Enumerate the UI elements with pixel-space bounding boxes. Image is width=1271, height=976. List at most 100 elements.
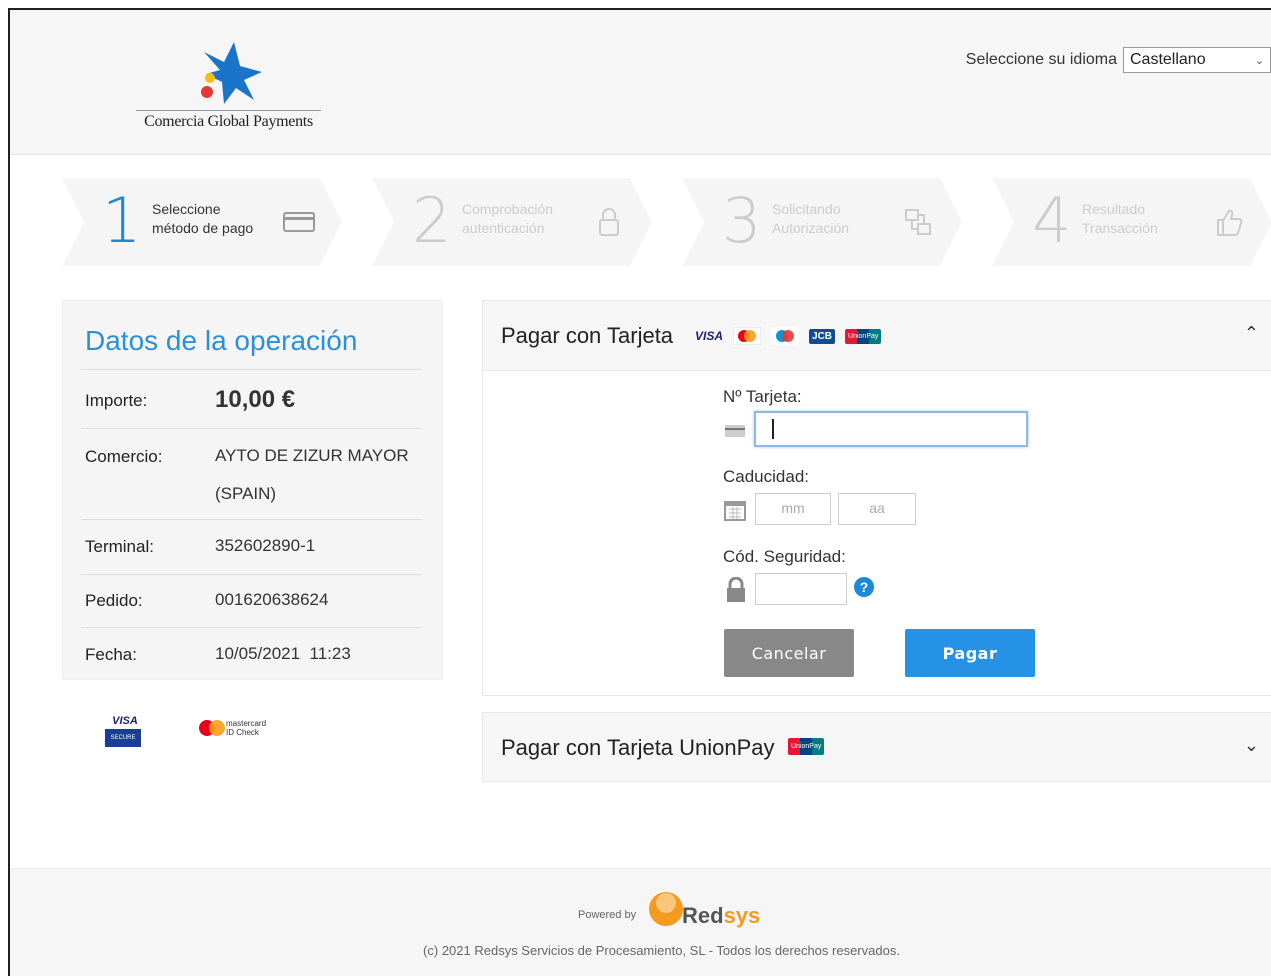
unionpay-logo: UnionPay bbox=[845, 328, 882, 344]
card-number-label: Nº Tarjeta: bbox=[723, 387, 802, 406]
lock-icon bbox=[727, 577, 745, 602]
amount-value: 10,00 € bbox=[215, 386, 296, 413]
mastercard-circles-icon bbox=[199, 720, 225, 736]
step-label-line1: Comprobación bbox=[462, 201, 554, 217]
redsys-brand-accent: sys bbox=[723, 903, 761, 928]
terminal-value: 352602890-1 bbox=[215, 536, 316, 555]
card-payment-panel: Pagar con Tarjeta VISA JCB UnionPay ⌃ Nº… bbox=[482, 300, 1271, 696]
mc-line1: mastercard bbox=[226, 719, 267, 728]
chevron-down-icon[interactable]: ⌄ bbox=[1244, 735, 1259, 756]
step-label-line2: Transacción bbox=[1082, 220, 1158, 236]
divider bbox=[81, 574, 422, 575]
card-panel-header[interactable]: Pagar con Tarjeta VISA JCB UnionPay ⌃ bbox=[483, 301, 1271, 371]
payment-page: Comercia Global Payments Seleccione su i… bbox=[8, 8, 1271, 976]
step-label: Comprobación autenticación bbox=[462, 200, 553, 238]
mc-text: mastercard ID Check bbox=[226, 719, 266, 737]
chevron-up-icon[interactable]: ⌃ bbox=[1244, 323, 1259, 344]
thumbs-up-icon bbox=[1217, 209, 1243, 236]
expiry-year-input[interactable]: aa bbox=[838, 493, 916, 525]
order-value: 001620638624 bbox=[215, 590, 329, 609]
visa-secure-logo: VISA SECURE bbox=[105, 715, 145, 755]
step-number: 2 bbox=[412, 184, 452, 257]
step-4: 4 Resultado Transacción bbox=[992, 178, 1271, 266]
row-date: Fecha: 10/05/2021 11:23 bbox=[85, 635, 422, 681]
unionpay-logo: UnionPay bbox=[788, 735, 825, 755]
language-selector: Seleccione su idioma Castellano ⌄ bbox=[966, 47, 1271, 73]
cvv-label: Cód. Seguridad: bbox=[723, 547, 846, 566]
card-panel-title: Pagar con Tarjeta bbox=[501, 323, 674, 348]
mastercard-id-check-logo: mastercard ID Check bbox=[198, 717, 288, 741]
visa-secure-bottom: SECURE bbox=[105, 729, 141, 747]
redsys-brand-main: Red bbox=[682, 903, 724, 928]
row-label: Pedido: bbox=[85, 591, 143, 610]
row-terminal: Terminal: 352602890-1 bbox=[85, 527, 422, 573]
unionpay-payment-panel[interactable]: Pagar con Tarjeta UnionPay UnionPay ⌄ bbox=[482, 712, 1271, 782]
step-label-line1: Solicitando bbox=[772, 201, 841, 217]
step-label: Resultado Transacción bbox=[1082, 200, 1158, 238]
powered-by-text: Powered by bbox=[578, 909, 637, 921]
row-amount: Importe: 10,00 € bbox=[85, 381, 422, 427]
mastercard-icon bbox=[733, 327, 762, 345]
brand-text: Comercia Global Payments bbox=[136, 110, 321, 131]
cvv-input[interactable] bbox=[755, 573, 847, 605]
language-select[interactable]: Castellano ⌄ bbox=[1123, 47, 1271, 73]
row-label: Terminal: bbox=[85, 537, 154, 556]
step-label: Seleccione método de pago bbox=[152, 200, 253, 238]
merchant-value-line1: AYTO DE ZIZUR MAYOR bbox=[215, 446, 409, 465]
language-label: Seleccione su idioma bbox=[965, 51, 1117, 68]
operation-data-panel: Datos de la operación Importe: 10,00 € C… bbox=[62, 300, 443, 680]
step-label-line1: Seleccione bbox=[152, 201, 221, 217]
accepted-cards: VISA JCB UnionPay bbox=[695, 327, 882, 345]
expiry-label: Caducidad: bbox=[723, 467, 810, 486]
mc-line2: ID Check bbox=[226, 728, 259, 737]
step-label-line2: método de pago bbox=[152, 220, 254, 236]
comercia-logo: Comercia Global Payments bbox=[136, 38, 321, 133]
jcb-logo: JCB bbox=[809, 328, 836, 344]
step-number: 1 bbox=[102, 184, 142, 257]
visa-secure-top: VISA bbox=[112, 715, 138, 727]
divider bbox=[81, 519, 422, 520]
row-label: Importe: bbox=[85, 391, 148, 410]
redsys-brand: Redsys bbox=[682, 903, 760, 929]
step-number: 3 bbox=[722, 184, 762, 257]
copyright-text: (c) 2021 Redsys Servicios de Procesamien… bbox=[423, 943, 900, 958]
row-label: Fecha: bbox=[85, 645, 137, 664]
caixa-star-icon bbox=[201, 42, 262, 104]
language-value: Castellano bbox=[1130, 51, 1206, 68]
transfer-icon bbox=[905, 209, 931, 235]
help-icon[interactable]: ? bbox=[854, 577, 874, 597]
step-label-line2: autenticación bbox=[462, 220, 545, 236]
credit-card-icon bbox=[725, 425, 745, 437]
lock-icon bbox=[599, 208, 619, 236]
step-label: Solicitando Autorización bbox=[772, 200, 849, 238]
visa-logo: VISA bbox=[695, 329, 724, 343]
step-3: 3 Solicitando Autorización bbox=[682, 178, 962, 266]
divider bbox=[81, 428, 422, 429]
step-1: 1 Seleccione método de pago bbox=[62, 178, 342, 266]
merchant-value-line2: (SPAIN) bbox=[215, 484, 277, 503]
text-caret bbox=[772, 419, 774, 439]
pay-button[interactable]: Pagar bbox=[905, 629, 1035, 677]
step-label-line2: Autorización bbox=[772, 220, 850, 236]
step-label-line1: Resultado bbox=[1082, 201, 1146, 217]
credit-card-icon bbox=[283, 212, 315, 232]
maestro-icon bbox=[771, 327, 800, 345]
header: Comercia Global Payments Seleccione su i… bbox=[10, 10, 1271, 155]
step-2: 2 Comprobación autenticación bbox=[372, 178, 652, 266]
row-merchant: Comercio: AYTO DE ZIZUR MAYOR (SPAIN) bbox=[85, 437, 422, 517]
cancel-button[interactable]: Cancelar bbox=[724, 629, 854, 677]
date-value: 10/05/2021 11:23 bbox=[215, 644, 351, 663]
unionpay-panel-title: Pagar con Tarjeta UnionPay bbox=[501, 735, 775, 760]
expiry-month-input[interactable]: mm bbox=[755, 493, 831, 525]
row-label: Comercio: bbox=[85, 447, 163, 466]
calendar-icon bbox=[724, 501, 746, 521]
row-order: Pedido: 001620638624 bbox=[85, 581, 422, 627]
divider bbox=[81, 369, 422, 370]
card-number-input[interactable] bbox=[754, 411, 1028, 447]
footer: Powered by Redsys (c) 2021 Redsys Servic… bbox=[10, 868, 1271, 976]
step-number: 4 bbox=[1032, 184, 1072, 257]
operation-title: Datos de la operación bbox=[85, 325, 358, 356]
chevron-down-icon: ⌄ bbox=[1254, 54, 1264, 67]
unionpay-logo-text: UnionPay bbox=[788, 738, 825, 755]
progress-steps: 1 Seleccione método de pago 2 Comprobació… bbox=[62, 178, 1271, 266]
